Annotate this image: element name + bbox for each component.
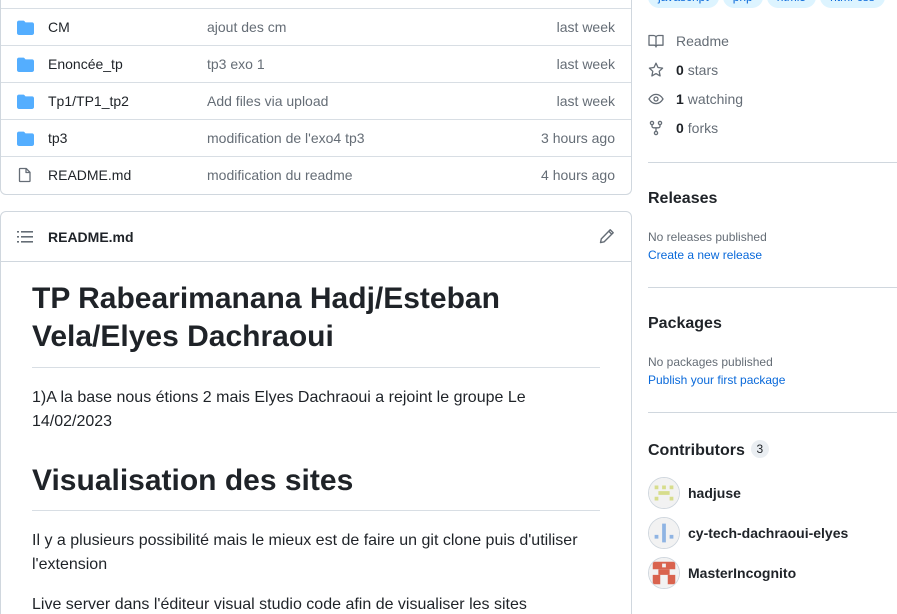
contributor-name[interactable]: MasterIncognito (688, 565, 796, 581)
commit-time: 4 hours ago (541, 167, 615, 183)
divider (648, 287, 897, 288)
contributors-title[interactable]: Contributors 3 (648, 440, 769, 460)
forks-count: 0 (676, 120, 684, 136)
watching-label: watching (687, 91, 744, 107)
stars-label: stars (687, 62, 719, 78)
readme-link[interactable]: Readme (648, 31, 729, 51)
contributor-item[interactable]: hadjuse (648, 477, 741, 509)
folder-icon (17, 57, 34, 72)
file-name[interactable]: CM (48, 19, 70, 35)
folder-icon (17, 131, 34, 146)
contributor-name[interactable]: hadjuse (688, 485, 741, 501)
contributor-name[interactable]: cy-tech-dachraoui-elyes (688, 525, 848, 541)
file-row[interactable]: Tp1/TP1_tp2 Add files via upload last we… (1, 82, 631, 119)
eye-icon (648, 93, 664, 105)
avatar[interactable] (648, 557, 680, 589)
topic-tag[interactable]: php (722, 0, 763, 8)
create-release-link[interactable]: Create a new release (648, 248, 762, 262)
file-list: CM ajout des cm last week Enoncée_tp tp3… (0, 0, 632, 195)
releases-empty-text: No releases published (648, 230, 767, 244)
divider (648, 412, 897, 413)
commit-message[interactable]: ajout des cm (207, 19, 286, 35)
avatar[interactable] (648, 477, 680, 509)
readme-paragraph: Live server dans l'éditeur visual studio… (32, 596, 527, 614)
file-row[interactable]: tp3 modification de l'exo4 tp3 3 hours a… (1, 119, 631, 156)
readme-panel: README.md TP Rabearimanana Hadj/Esteban … (0, 211, 632, 614)
book-icon (648, 34, 664, 48)
file-icon (18, 167, 31, 183)
readme-heading-title: TP Rabearimanana Hadj/Esteban Vela/Elyes… (32, 280, 600, 368)
contributors-count: 3 (750, 440, 769, 458)
commit-message[interactable]: tp3 exo 1 (207, 56, 265, 72)
contributor-item[interactable]: MasterIncognito (648, 557, 796, 589)
stars-link[interactable]: 0 stars (648, 60, 718, 80)
readme-content: TP Rabearimanana Hadj/Esteban Vela/Elyes… (32, 280, 600, 614)
file-row[interactable]: README.md modification du readme 4 hours… (1, 156, 631, 193)
topic-list: javascriptphphtml5html-css (648, 0, 889, 8)
file-name[interactable]: README.md (48, 167, 131, 183)
commit-message[interactable]: modification du readme (207, 167, 353, 183)
watching-count: 1 (676, 91, 684, 107)
commit-time: last week (556, 93, 615, 109)
stars-count: 0 (676, 62, 684, 78)
readme-label: Readme (676, 33, 729, 49)
releases-title[interactable]: Releases (648, 190, 717, 208)
fork-icon (649, 120, 663, 136)
contributors-label: Contributors (648, 442, 745, 459)
topic-tag[interactable]: html5 (766, 0, 817, 8)
folder-icon (17, 20, 34, 35)
list-icon[interactable] (17, 230, 33, 244)
readme-heading-visualisation: Visualisation des sites (32, 462, 600, 512)
commit-message[interactable]: modification de l'exo4 tp3 (207, 130, 365, 146)
folder-icon (17, 94, 34, 109)
readme-filename[interactable]: README.md (48, 229, 134, 245)
topic-tag[interactable]: html-css (820, 0, 885, 8)
commit-time: last week (556, 56, 615, 72)
file-name[interactable]: Enoncée_tp (48, 56, 123, 72)
file-row[interactable]: Enoncée_tp tp3 exo 1 last week (1, 45, 631, 82)
file-row[interactable]: CM ajout des cm last week (1, 8, 631, 45)
packages-empty-text: No packages published (648, 355, 773, 369)
forks-label: forks (687, 120, 719, 136)
readme-header: README.md (1, 212, 631, 262)
readme-paragraph: 1)A la base nous étions 2 mais Elyes Dac… (32, 388, 526, 430)
forks-link[interactable]: 0 forks (648, 118, 718, 138)
avatar[interactable] (648, 517, 680, 549)
contributor-item[interactable]: cy-tech-dachraoui-elyes (648, 517, 848, 549)
watchers-link[interactable]: 1 watching (648, 89, 743, 109)
packages-title[interactable]: Packages (648, 315, 722, 333)
file-name[interactable]: tp3 (48, 130, 67, 146)
divider (648, 162, 897, 163)
publish-package-link[interactable]: Publish your first package (648, 373, 785, 387)
star-icon (648, 62, 664, 77)
topic-tag[interactable]: javascript (648, 0, 719, 8)
repo-sidebar: javascriptphphtml5html-css Readme 0stars… (648, 0, 897, 614)
pencil-icon[interactable] (599, 228, 615, 244)
readme-paragraph: Il y a plusieurs possibilité mais le mie… (32, 532, 578, 574)
file-name[interactable]: Tp1/TP1_tp2 (48, 93, 129, 109)
commit-time: 3 hours ago (541, 130, 615, 146)
commit-message[interactable]: Add files via upload (207, 93, 328, 109)
commit-time: last week (556, 19, 615, 35)
